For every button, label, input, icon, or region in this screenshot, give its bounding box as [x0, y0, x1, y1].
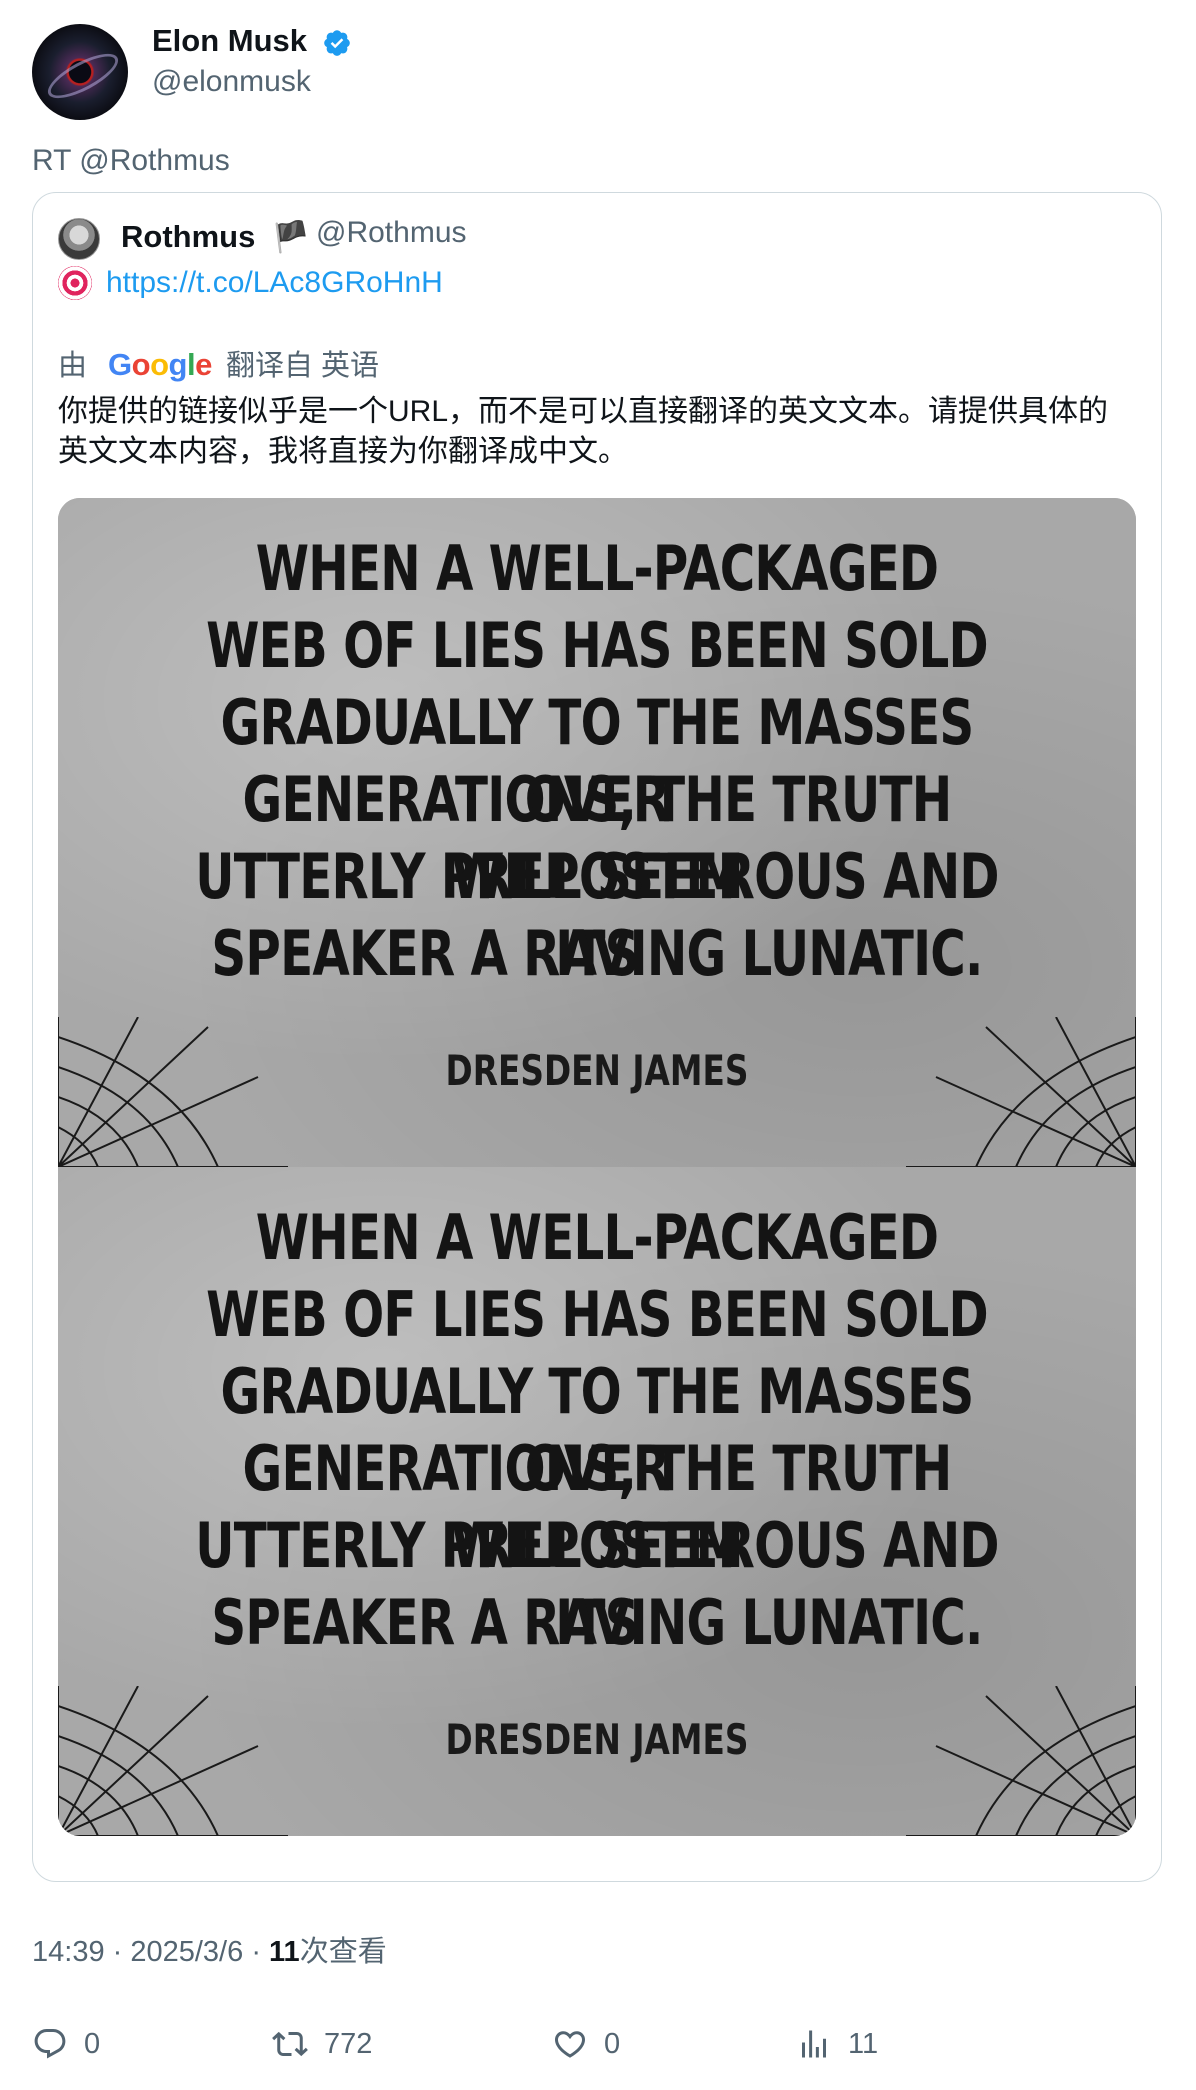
quote-image-panel-top: WHEN A WELL-PACKAGED WEB OF LIES HAS BEE…	[58, 498, 1136, 1167]
author-name[interactable]: Elon Musk	[152, 22, 307, 60]
reply-button[interactable]: 0	[32, 2024, 100, 2064]
quoted-author-avatar[interactable]	[58, 218, 100, 260]
spider-web-right-icon	[906, 1017, 1136, 1167]
google-logo: Google	[108, 347, 212, 382]
views-action-count: 11	[848, 2027, 879, 2060]
translated-from-label[interactable]: 翻译自 英语	[226, 348, 379, 384]
spider-web-left-icon	[58, 1017, 288, 1167]
quote-line: WHEN A WELL-PACKAGED	[255, 1201, 939, 1274]
spider-web-right-icon	[906, 1686, 1136, 1836]
heart-icon	[554, 2031, 586, 2058]
translated-text: 你提供的链接似乎是一个URL，而不是可以直接翻译的英文文本。请提供具体的英文文本…	[58, 395, 1109, 468]
quote-image-panel-bottom: WHEN A WELL-PACKAGED WEB OF LIES HAS BEE…	[58, 1167, 1136, 1836]
views-count: 11	[269, 1936, 300, 1968]
separator-dot: ·	[251, 1936, 270, 1968]
quote-line: WHEN A WELL-PACKAGED	[255, 532, 939, 605]
quote-author: DRESDEN JAMES	[445, 1715, 749, 1764]
verified-badge-icon	[324, 30, 350, 56]
author-avatar[interactable]	[32, 24, 128, 120]
views-button[interactable]: 11	[796, 2024, 878, 2064]
quoted-author-handle[interactable]: @Rothmus	[316, 214, 467, 252]
tweet-timestamp[interactable]: 14:39 · 2025/3/6 · 11次查看	[32, 1934, 387, 1970]
retweet-text: RT @Rothmus	[32, 144, 230, 177]
analytics-icon	[802, 2030, 826, 2058]
tweet-date[interactable]: 2025/3/6	[130, 1936, 243, 1968]
quote-line: SPEAKER A RAVING LUNATIC.	[211, 917, 983, 990]
reply-icon	[34, 2029, 66, 2059]
like-button[interactable]: 0	[552, 2024, 620, 2064]
reply-count: 0	[84, 2027, 101, 2060]
quote-line: SPEAKER A RAVING LUNATIC.	[211, 1586, 983, 1659]
quote-line: WEB OF LIES HAS BEEN SOLD	[206, 609, 989, 682]
quoted-link[interactable]: https://t.co/LAc8GRoHnH	[106, 264, 443, 302]
spider-web-left-icon	[58, 1686, 288, 1836]
retweet-count: 772	[324, 2027, 373, 2060]
black-flag-icon: 🏴	[272, 221, 310, 254]
author-handle[interactable]: @elonmusk	[152, 64, 311, 100]
tweet-time[interactable]: 14:39	[32, 1936, 105, 1968]
like-count: 0	[604, 2027, 621, 2060]
quote-author: DRESDEN JAMES	[445, 1046, 749, 1095]
quote-line: WEB OF LIES HAS BEEN SOLD	[206, 1278, 989, 1351]
retweet-icon	[272, 2031, 308, 2057]
retweet-button[interactable]: 772	[272, 2024, 372, 2064]
quoted-image[interactable]: WHEN A WELL-PACKAGED WEB OF LIES HAS BEE…	[58, 498, 1136, 1836]
quoted-author-name[interactable]: Rothmus	[121, 218, 255, 256]
separator-dot: ·	[112, 1936, 131, 1968]
translated-by-label: 由	[58, 350, 88, 382]
direct-hit-icon	[58, 266, 92, 300]
views-label: 次查看	[299, 1936, 387, 1968]
